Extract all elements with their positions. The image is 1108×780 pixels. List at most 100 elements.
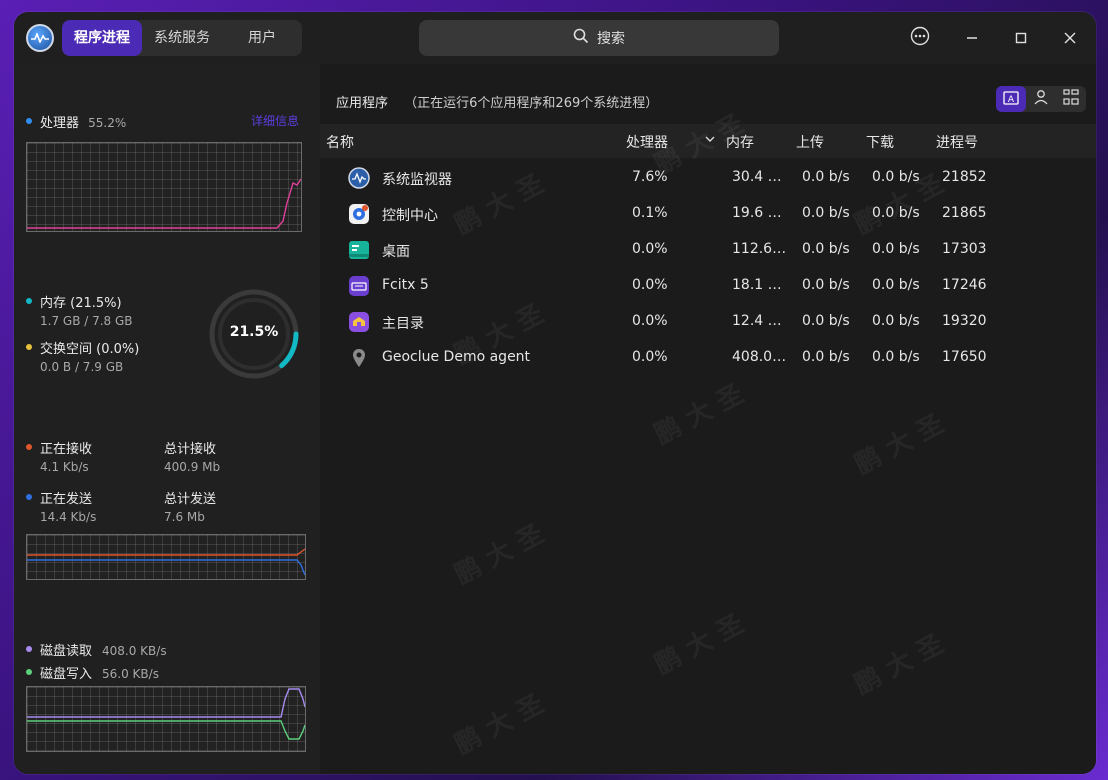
monitor-icon (348, 167, 370, 189)
table-row[interactable]: Fcitx 5 0.0% 18.1 … 0.0 b/s 0.0 b/s 17246 (320, 268, 1096, 304)
process-pid: 17650 (942, 349, 987, 365)
col-upload[interactable]: 上传 (796, 132, 824, 152)
filter-applications-button[interactable]: A (996, 86, 1026, 112)
filter-all-processes-button[interactable] (1056, 86, 1086, 112)
send-value: 14.4 Kb/s (40, 510, 97, 524)
process-memory: 18.1 … (732, 277, 782, 293)
desktop-icon (348, 239, 370, 261)
recv-value: 4.1 Kb/s (40, 460, 89, 474)
menu-button[interactable] (908, 26, 932, 50)
table-row[interactable]: 系统监视器 7.6% 30.4 … 0.0 b/s 0.0 b/s 21852 (320, 160, 1096, 196)
process-name: 桌面 (382, 244, 410, 260)
table-row[interactable]: Geoclue Demo agent 0.0% 408.0… 0.0 b/s 0.0 b… (320, 340, 1096, 376)
process-name: Fcitx 5 (382, 277, 429, 293)
view-tabs: 程序进程 系统服务 用户 (62, 20, 302, 56)
process-cpu: 0.0% (632, 241, 668, 257)
watermark: 鹏 大 圣 (849, 628, 949, 701)
process-pid: 19320 (942, 313, 987, 329)
process-name: 主目录 (382, 316, 424, 332)
memory-ring: 21.5% (206, 286, 302, 382)
table-row[interactable]: 主目录 0.0% 12.4 … 0.0 b/s 0.0 b/s 19320 (320, 304, 1096, 340)
col-download[interactable]: 下载 (866, 132, 894, 152)
total-recv-label: 总计接收 (164, 442, 217, 457)
tab-processes[interactable]: 程序进程 (62, 20, 142, 56)
disk-read-dot (26, 645, 32, 652)
close-button[interactable] (1058, 26, 1082, 50)
cpu-dot (26, 117, 32, 124)
process-cpu: 0.0% (632, 277, 668, 293)
col-memory[interactable]: 内存 (726, 132, 754, 152)
process-pid: 21852 (942, 169, 987, 185)
send-dot (26, 493, 32, 500)
cpu-summary: 处理器 55.2% (26, 112, 126, 131)
disk-graph (26, 686, 306, 752)
send-label: 正在发送 (40, 492, 93, 507)
tab-users[interactable]: 用户 (222, 20, 302, 56)
disk-summary: 磁盘读取 408.0 KB/s 磁盘写入 56.0 KB/s (26, 640, 167, 682)
svg-text:A: A (1008, 95, 1015, 105)
filter-my-processes-button[interactable] (1026, 86, 1056, 112)
apps-summary: （正在运行6个应用程序和269个系统进程） (404, 96, 659, 111)
minimize-icon (966, 29, 978, 48)
swap-detail: 0.0 B / 7.9 GB (40, 360, 124, 374)
disk-read-value: 408.0 KB/s (102, 644, 167, 658)
recv-dot (26, 443, 32, 450)
search-icon (573, 28, 589, 48)
col-pid[interactable]: 进程号 (936, 132, 978, 152)
process-memory: 408.0… (732, 349, 787, 365)
watermark: 鹏 大 圣 (649, 608, 749, 681)
title-bar: 程序进程 系统服务 用户 搜索 (14, 12, 1096, 64)
process-download: 0.0 b/s (872, 277, 920, 293)
disk-read-label: 磁盘读取 (40, 644, 93, 659)
process-pid: 17303 (942, 241, 987, 257)
user-icon (1033, 89, 1049, 109)
memory-summary: 内存 (21.5%) 1.7 GB / 7.8 GB 交换空间 (0.0%) 0… (26, 292, 139, 374)
more-icon (910, 26, 930, 50)
recv-label: 正在接收 (40, 442, 93, 457)
app-logo-icon (26, 24, 54, 52)
process-cpu: 7.6% (632, 169, 668, 185)
memory-label: 内存 (21.5%) (40, 296, 122, 311)
disk-write-value: 56.0 KB/s (102, 667, 159, 681)
process-cpu: 0.1% (632, 205, 668, 221)
cpu-label: 处理器 (40, 116, 80, 131)
swap-label: 交换空间 (0.0%) (40, 342, 140, 357)
search-label: 搜索 (597, 31, 625, 47)
process-name: 系统监视器 (382, 172, 452, 188)
process-name: 控制中心 (382, 208, 438, 224)
disk-write-dot (26, 668, 32, 675)
minimize-button[interactable] (960, 26, 984, 50)
process-download: 0.0 b/s (872, 313, 920, 329)
process-download: 0.0 b/s (872, 169, 920, 185)
apps-title: 应用程序 (336, 96, 389, 111)
search-box[interactable]: 搜索 (419, 20, 779, 56)
table-row[interactable]: 控制中心 0.1% 19.6 … 0.0 b/s 0.0 b/s 21865 (320, 196, 1096, 232)
process-cpu: 0.0% (632, 349, 668, 365)
control-center-icon (348, 203, 370, 225)
process-upload: 0.0 b/s (802, 313, 850, 329)
process-upload: 0.0 b/s (802, 349, 850, 365)
process-pid: 17246 (942, 277, 987, 293)
col-name[interactable]: 名称 (326, 132, 354, 152)
swap-dot (26, 343, 32, 350)
total-recv-value: 400.9 Mb (164, 460, 221, 474)
keyboard-icon (348, 275, 370, 297)
process-upload: 0.0 b/s (802, 241, 850, 257)
table-header: 名称 处理器 内存 上传 下载 进程号 (320, 124, 1096, 158)
col-cpu[interactable]: 处理器 (626, 132, 668, 152)
process-memory: 19.6 … (732, 205, 782, 221)
process-download: 0.0 b/s (872, 241, 920, 257)
process-pid: 21865 (942, 205, 987, 221)
process-memory: 12.4 … (732, 313, 782, 329)
details-link[interactable]: 详细信息 (251, 112, 299, 129)
sort-desc-icon (704, 133, 716, 149)
maximize-icon (1015, 29, 1027, 48)
resource-panel: 处理器 55.2% 详细信息 内存 (21.5%) 1.7 GB / 7.8 G… (14, 64, 320, 774)
disk-write-label: 磁盘写入 (40, 667, 93, 682)
tab-services[interactable]: 系统服务 (142, 20, 222, 56)
table-row[interactable]: 桌面 0.0% 112.6… 0.0 b/s 0.0 b/s 17303 (320, 232, 1096, 268)
memory-dot (26, 297, 32, 304)
maximize-button[interactable] (1009, 26, 1033, 50)
apps-header: 应用程序 （正在运行6个应用程序和269个系统进程） (336, 92, 658, 111)
total-send-value: 7.6 Mb (164, 510, 205, 524)
